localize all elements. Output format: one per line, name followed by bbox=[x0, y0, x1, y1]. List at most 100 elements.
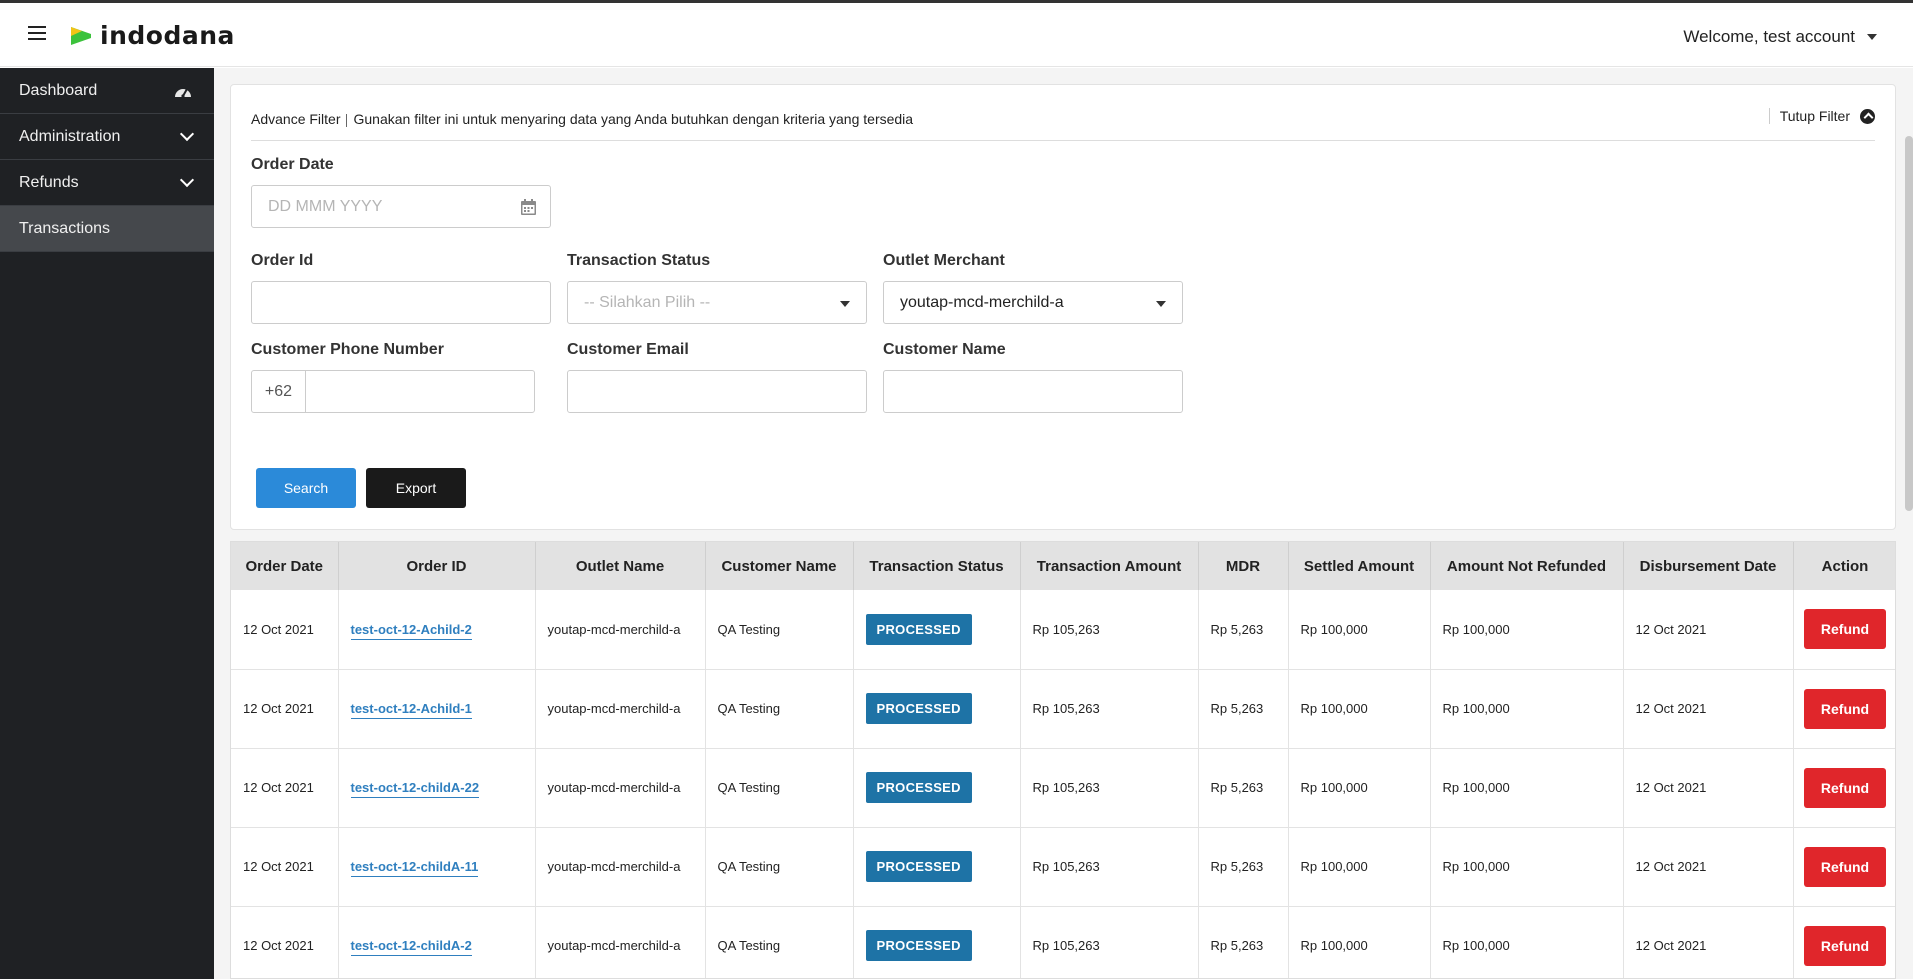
sidebar-item-dashboard[interactable]: Dashboard bbox=[0, 68, 214, 114]
outlet-name-cell: youtap-mcd-merchild-a bbox=[535, 906, 706, 978]
outlet-name-cell: youtap-mcd-merchild-a bbox=[535, 827, 706, 907]
amount-not-refunded-cell: Rp 100,000 bbox=[1430, 906, 1624, 978]
mdr-cell: Rp 5,263 bbox=[1198, 827, 1289, 907]
table-row: 12 Oct 2021 test-oct-12-Achild-1 youtap-mc… bbox=[231, 669, 1895, 749]
disbursement-date-cell: 12 Oct 2021 bbox=[1623, 669, 1794, 749]
order-date-cell: 12 Oct 2021 bbox=[231, 590, 339, 670]
outlet-merchant-label: Outlet Merchant bbox=[883, 252, 1005, 269]
customer-name-cell: QA Testing bbox=[705, 669, 854, 749]
sidebar-item-administration[interactable]: Administration bbox=[0, 114, 214, 160]
search-button[interactable]: Search bbox=[256, 468, 356, 508]
order-date-cell: 12 Oct 2021 bbox=[231, 906, 339, 978]
settled-amount-cell: Rp 100,000 bbox=[1288, 669, 1431, 749]
table-cell: PROCESSED bbox=[853, 827, 1021, 907]
amount-not-refunded-cell: Rp 100,000 bbox=[1430, 669, 1624, 749]
order-id-link[interactable]: test-oct-12-childA-22 bbox=[350, 780, 480, 798]
sidebar-item-transactions[interactable]: Transactions bbox=[0, 206, 214, 252]
column-header: Outlet Name bbox=[535, 542, 706, 590]
transaction-status-select[interactable]: -- Silahkan Pilih -- bbox=[567, 281, 867, 324]
order-date-cell: 12 Oct 2021 bbox=[231, 748, 339, 828]
status-badge: PROCESSED bbox=[865, 772, 972, 803]
indodana-logo-icon bbox=[71, 26, 91, 45]
disbursement-date-cell: 12 Oct 2021 bbox=[1623, 748, 1794, 828]
welcome-text: Welcome, test account bbox=[1683, 27, 1855, 46]
outlet-name-cell: youtap-mcd-merchild-a bbox=[535, 590, 706, 670]
transaction-status-placeholder: -- Silahkan Pilih -- bbox=[584, 293, 711, 311]
customer-name-cell: QA Testing bbox=[705, 748, 854, 828]
transaction-amount-cell: Rp 105,263 bbox=[1020, 590, 1199, 670]
column-header: Settled Amount bbox=[1288, 542, 1431, 590]
divider bbox=[346, 113, 348, 127]
table-cell: PROCESSED bbox=[853, 590, 1021, 670]
settled-amount-cell: Rp 100,000 bbox=[1288, 590, 1431, 670]
refund-button[interactable]: Refund bbox=[1803, 609, 1887, 650]
sidebar-item-refunds[interactable]: Refunds bbox=[0, 160, 214, 206]
order-id-link[interactable]: test-oct-12-childA-11 bbox=[350, 859, 479, 877]
settled-amount-cell: Rp 100,000 bbox=[1288, 748, 1431, 828]
outlet-merchant-select[interactable]: youtap-mcd-merchild-a bbox=[883, 281, 1183, 324]
phone-prefix: +62 bbox=[252, 371, 306, 412]
table-cell: test-oct-12-Achild-1 bbox=[338, 669, 536, 749]
column-header: Order ID bbox=[338, 542, 536, 590]
close-filter-button[interactable]: Tutup Filter bbox=[1768, 108, 1875, 124]
sidebar-item-label: Transactions bbox=[19, 219, 110, 237]
order-id-input[interactable] bbox=[251, 281, 551, 324]
amount-not-refunded-cell: Rp 100,000 bbox=[1430, 827, 1624, 907]
status-badge: PROCESSED bbox=[865, 613, 972, 645]
brand-logo[interactable]: indodana bbox=[70, 21, 235, 50]
advance-filter-panel: Advance Filter Gunakan filter ini untuk m… bbox=[230, 84, 1896, 530]
disbursement-date-cell: 12 Oct 2021 bbox=[1623, 906, 1794, 978]
customer-name-label: Customer Name bbox=[883, 341, 1006, 358]
account-menu[interactable]: Welcome, test account bbox=[1683, 27, 1877, 47]
settled-amount-cell: Rp 100,000 bbox=[1288, 827, 1431, 907]
close-filter-label: Tutup Filter bbox=[1779, 108, 1850, 124]
order-id-label: Order Id bbox=[251, 252, 314, 269]
sidebar: Dashboard Administration Refunds Transac… bbox=[0, 68, 214, 979]
column-header: Action bbox=[1793, 542, 1895, 590]
column-header: Customer Name bbox=[705, 542, 854, 590]
status-badge: PROCESSED bbox=[865, 851, 972, 882]
brand-name: indodana bbox=[100, 21, 235, 50]
order-date-input[interactable]: DD MMM YYYY bbox=[251, 185, 551, 228]
column-header: MDR bbox=[1198, 542, 1289, 590]
table-row: 12 Oct 2021 test-oct-12-Achild-2 youtap-mc… bbox=[231, 590, 1895, 670]
customer-name-cell: QA Testing bbox=[705, 906, 854, 978]
order-id-link[interactable]: test-oct-12-Achild-1 bbox=[350, 701, 472, 719]
chevron-down-icon bbox=[179, 126, 195, 142]
sidebar-item-label: Administration bbox=[19, 127, 121, 145]
customer-phone-input[interactable]: +62 bbox=[251, 370, 535, 413]
transaction-amount-cell: Rp 105,263 bbox=[1020, 827, 1199, 907]
table-cell: test-oct-12-childA-2 bbox=[338, 906, 536, 978]
filter-title: Advance Filter Gunakan filter ini untuk m… bbox=[251, 111, 913, 127]
table-cell: Refund bbox=[1793, 590, 1895, 670]
refund-button[interactable]: Refund bbox=[1803, 846, 1887, 887]
hamburger-menu-icon[interactable] bbox=[28, 26, 46, 42]
top-navbar: indodana Welcome, test account bbox=[0, 3, 1913, 67]
customer-email-input[interactable] bbox=[567, 370, 867, 413]
customer-name-cell: QA Testing bbox=[705, 590, 854, 670]
sidebar-item-label: Refunds bbox=[19, 173, 79, 191]
transactions-table: Order Date Order ID Outlet Name Customer Na… bbox=[230, 541, 1896, 979]
refund-button[interactable]: Refund bbox=[1803, 767, 1887, 808]
export-button[interactable]: Export bbox=[366, 468, 466, 508]
table-header: Order Date Order ID Outlet Name Customer Na… bbox=[231, 542, 1895, 590]
column-header: Amount Not Refunded bbox=[1430, 542, 1624, 590]
dashboard-gauge-icon bbox=[175, 88, 191, 98]
calendar-icon[interactable] bbox=[521, 199, 536, 215]
order-id-link[interactable]: test-oct-12-Achild-2 bbox=[350, 621, 472, 640]
table-row: 12 Oct 2021 test-oct-12-childA-11 youtap-m… bbox=[231, 827, 1895, 907]
table-cell: PROCESSED bbox=[853, 748, 1021, 828]
column-header: Transaction Amount bbox=[1020, 542, 1199, 590]
order-id-link[interactable]: test-oct-12-childA-2 bbox=[350, 938, 472, 956]
refund-button[interactable]: Refund bbox=[1803, 688, 1887, 729]
chevron-up-circle-icon bbox=[1860, 108, 1875, 124]
mdr-cell: Rp 5,263 bbox=[1198, 590, 1289, 670]
order-date-cell: 12 Oct 2021 bbox=[231, 827, 339, 907]
table-cell: Refund bbox=[1793, 906, 1895, 978]
transaction-amount-cell: Rp 105,263 bbox=[1020, 669, 1199, 749]
refund-button[interactable]: Refund bbox=[1803, 925, 1887, 966]
filter-title-text: Advance Filter bbox=[251, 111, 341, 127]
page-scrollbar[interactable] bbox=[1905, 136, 1913, 511]
customer-name-input[interactable] bbox=[883, 370, 1183, 413]
status-badge: PROCESSED bbox=[865, 930, 972, 961]
